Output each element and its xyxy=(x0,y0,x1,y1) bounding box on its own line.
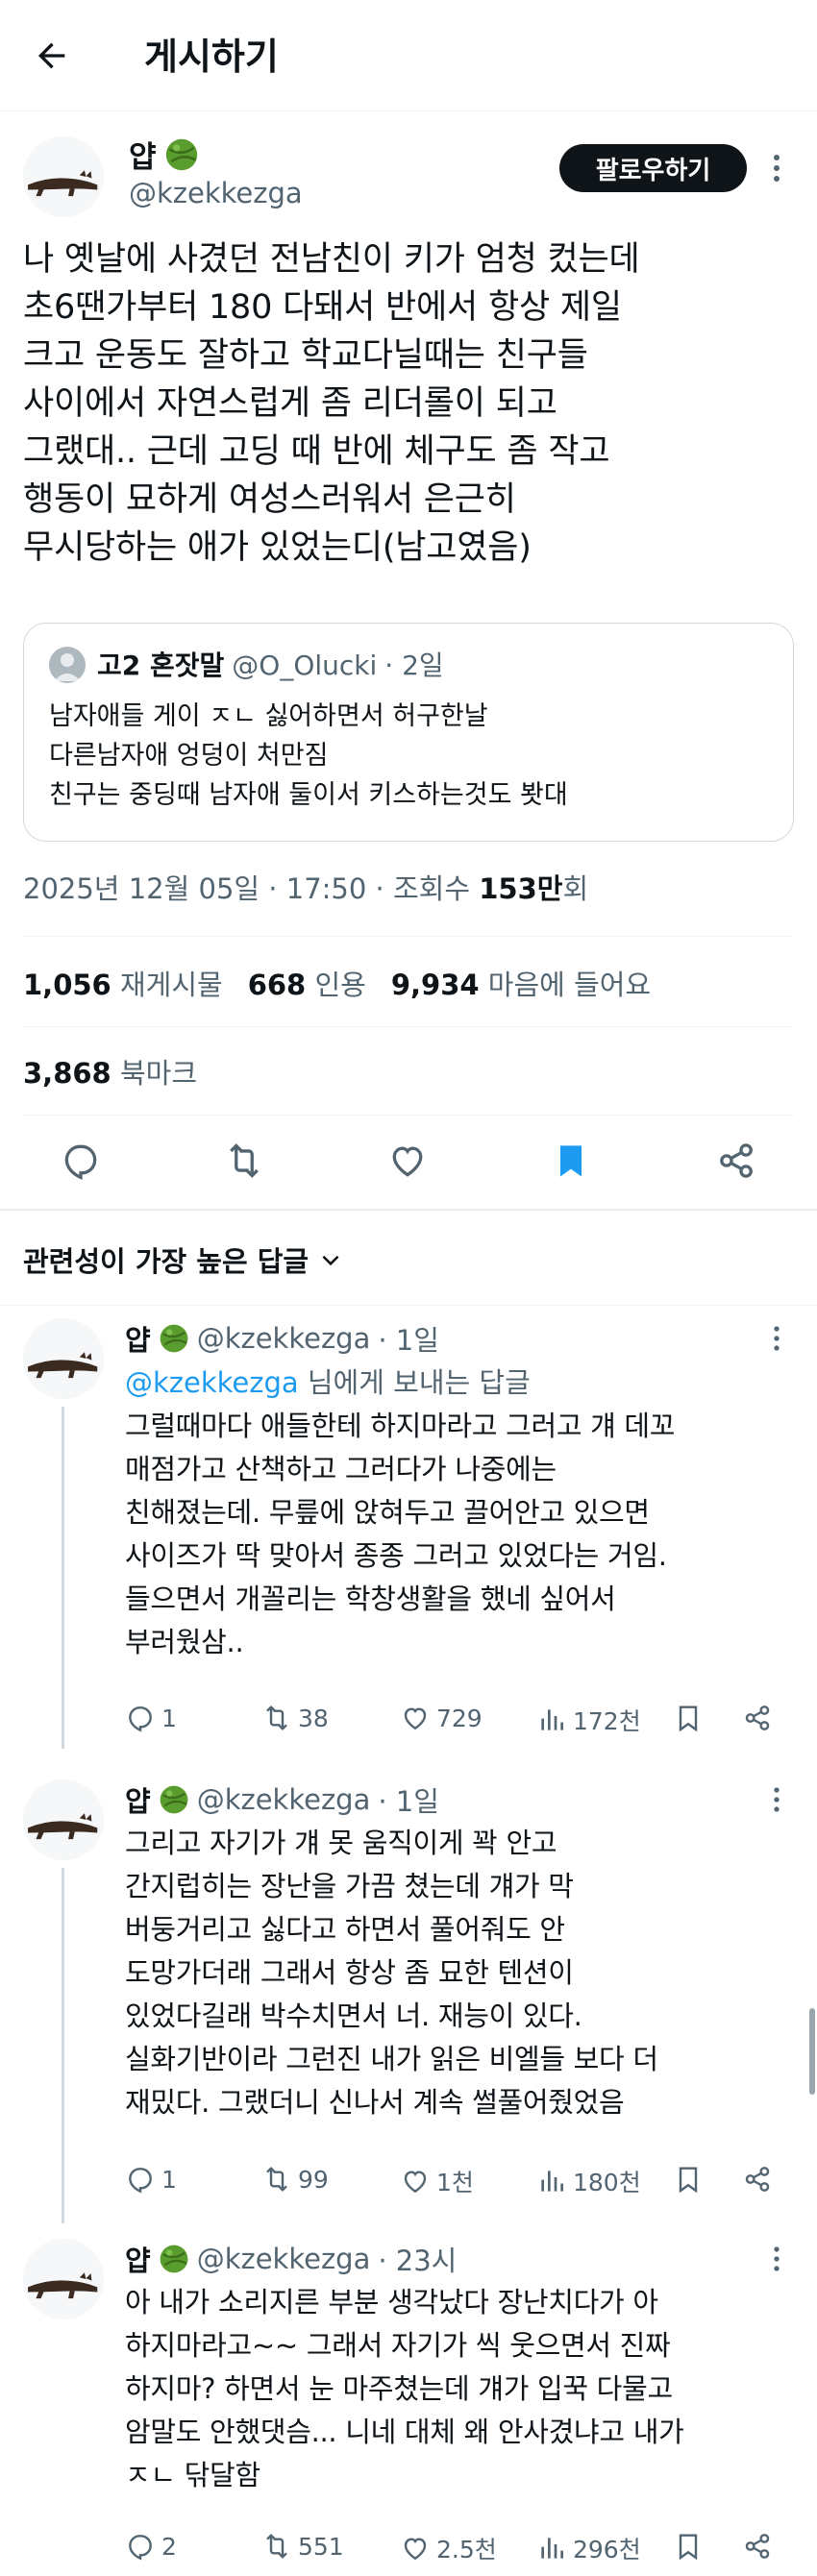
reply-1[interactable]: 얍 @kzekkezga · 1일 @kzekkezga 님에게 보내는 답글 … xyxy=(0,1307,817,1749)
bookmarks-divider xyxy=(23,1115,794,1116)
quote-avatar xyxy=(49,647,86,683)
replies-header-divider xyxy=(0,1305,817,1306)
more-options-icon[interactable] xyxy=(765,1785,788,1814)
share-icon[interactable] xyxy=(742,2164,773,2195)
author-handle[interactable]: @kzekkezga xyxy=(129,177,303,209)
repost-icon[interactable] xyxy=(223,1140,265,1182)
like-count[interactable]: 729 xyxy=(400,1703,483,1733)
quoted-post[interactable]: 고2 혼잣말 @O_Olucki · 2일 남자애들 게이 ㅈㄴ 싫어하면서 허… xyxy=(23,623,794,842)
reply-text: 아 내가 소리지른 부분 생각났다 장난치다가 아 하지마라고~~ 그래서 자기… xyxy=(125,2286,684,2491)
bookmark-icon[interactable] xyxy=(673,2531,704,2562)
quote-handle: @O_Olucki xyxy=(232,650,378,681)
tennis-ball-emoji-icon xyxy=(159,1323,189,1354)
reposts-stat[interactable]: 1,056 재게시물 xyxy=(23,963,223,1003)
repost-count[interactable]: 99 xyxy=(261,2164,329,2195)
quote-text: 남자애들 게이 ㅈㄴ 싫어하면서 허구한날 다른남자애 엉덩이 처만짐 친구는 … xyxy=(49,701,568,810)
bookmark-filled-icon[interactable] xyxy=(550,1140,592,1182)
reply-3[interactable]: 얍 @kzekkezga · 23시 아 내가 소리지른 부분 생각났다 장난치… xyxy=(0,2227,817,2576)
more-options-icon[interactable] xyxy=(765,152,788,184)
share-icon[interactable] xyxy=(742,2531,773,2562)
avatar[interactable] xyxy=(23,136,104,217)
view-count[interactable]: 180천 xyxy=(536,2164,641,2198)
post-text: 나 옛날에 사겼던 전남친이 키가 엄청 컸는데 초6땐가부터 180 다돼서 … xyxy=(23,240,640,567)
meta-divider xyxy=(23,936,794,937)
reply-header: 얍 @kzekkezga · 1일 xyxy=(125,1783,439,1818)
repost-count[interactable]: 551 xyxy=(261,2531,344,2562)
reply-count[interactable]: 1 xyxy=(125,1703,177,1733)
thread-line xyxy=(62,1868,64,2223)
reply-2[interactable]: 얍 @kzekkezga · 1일 그리고 자기가 걔 못 움직이게 꽉 안고 … xyxy=(0,1768,817,2223)
reply-to-line: @kzekkezga 님에게 보내는 답글 xyxy=(125,1366,531,1399)
more-options-icon[interactable] xyxy=(765,1324,788,1353)
reply-actions: 1 99 1천 180천 xyxy=(125,2164,788,2202)
post-meta: 2025년 12월 05일 · 17:50 · 조회수 153만회 xyxy=(23,867,588,907)
like-icon[interactable] xyxy=(386,1140,429,1182)
like-count[interactable]: 1천 xyxy=(400,2164,474,2198)
avatar xyxy=(23,1318,104,1399)
author-name-row[interactable]: 얍 xyxy=(129,133,199,176)
reply-to-handle[interactable]: @kzekkezga xyxy=(125,1366,299,1399)
header-divider xyxy=(0,110,817,111)
reply-header: 얍 @kzekkezga · 23시 xyxy=(125,2243,458,2277)
avatar xyxy=(23,2239,104,2319)
reply-text: 그럴때마다 애들한테 하지마라고 그러고 걔 데꼬 매점가고 산책하고 그러다가… xyxy=(125,1410,676,1658)
reply-actions: 2 551 2.5천 296천 xyxy=(125,2531,788,2569)
bookmarks-stat[interactable]: 3,868 북마크 xyxy=(23,1051,197,1092)
avatar xyxy=(23,1779,104,1860)
reply-count[interactable]: 1 xyxy=(125,2164,177,2195)
view-count[interactable]: 296천 xyxy=(536,2531,641,2565)
reply-actions: 1 38 729 172천 xyxy=(125,1703,788,1741)
thread-line xyxy=(62,1407,64,1749)
stats-row: 1,056 재게시물 668 인용 9,934 마음에 들어요 xyxy=(23,963,651,1003)
stats-divider xyxy=(23,1026,794,1027)
reply-icon[interactable] xyxy=(60,1140,102,1182)
more-options-icon[interactable] xyxy=(765,2245,788,2273)
tennis-ball-emoji-icon xyxy=(164,137,199,172)
bookmark-icon[interactable] xyxy=(673,1703,704,1733)
author-name: 얍 xyxy=(129,140,157,175)
tennis-ball-emoji-icon xyxy=(159,1784,189,1815)
reply-text: 그리고 자기가 걔 못 움직이게 꽉 안고 간지럽히는 장난을 가끔 쳤는데 걔… xyxy=(125,1827,658,2119)
share-icon[interactable] xyxy=(715,1140,757,1182)
share-icon[interactable] xyxy=(742,1703,773,1733)
reply-header: 얍 @kzekkezga · 1일 xyxy=(125,1322,439,1357)
likes-stat[interactable]: 9,934 마음에 들어요 xyxy=(391,963,651,1003)
like-count[interactable]: 2.5천 xyxy=(400,2531,497,2565)
chevron-down-icon xyxy=(318,1247,343,1272)
quote-time: · 2일 xyxy=(384,650,444,681)
replies-sort-label: 관련성이 가장 높은 답글 xyxy=(23,1245,309,1278)
view-count[interactable]: 172천 xyxy=(536,1703,641,1737)
actions-divider xyxy=(0,1209,817,1211)
page-title: 게시하기 xyxy=(144,36,279,78)
bookmark-icon[interactable] xyxy=(673,2164,704,2195)
back-arrow-icon[interactable] xyxy=(33,37,71,75)
replies-sort-dropdown[interactable]: 관련성이 가장 높은 답글 xyxy=(23,1239,343,1280)
follow-button[interactable]: 팔로우하기 xyxy=(559,144,747,192)
tennis-ball-emoji-icon xyxy=(159,2244,189,2274)
post-datetime: 2025년 12월 05일 · 17:50 · 조회수 xyxy=(23,872,480,905)
reply-count[interactable]: 2 xyxy=(125,2531,177,2562)
post-views: 153만 xyxy=(479,872,563,905)
post-views-suffix: 회 xyxy=(562,872,589,905)
quote-header: 고2 혼잣말 @O_Olucki · 2일 xyxy=(97,645,444,683)
scrollbar[interactable] xyxy=(809,2008,815,2095)
quotes-stat[interactable]: 668 인용 xyxy=(248,963,366,1003)
repost-count[interactable]: 38 xyxy=(261,1703,329,1733)
quote-author: 고2 혼잣말 xyxy=(97,650,225,681)
